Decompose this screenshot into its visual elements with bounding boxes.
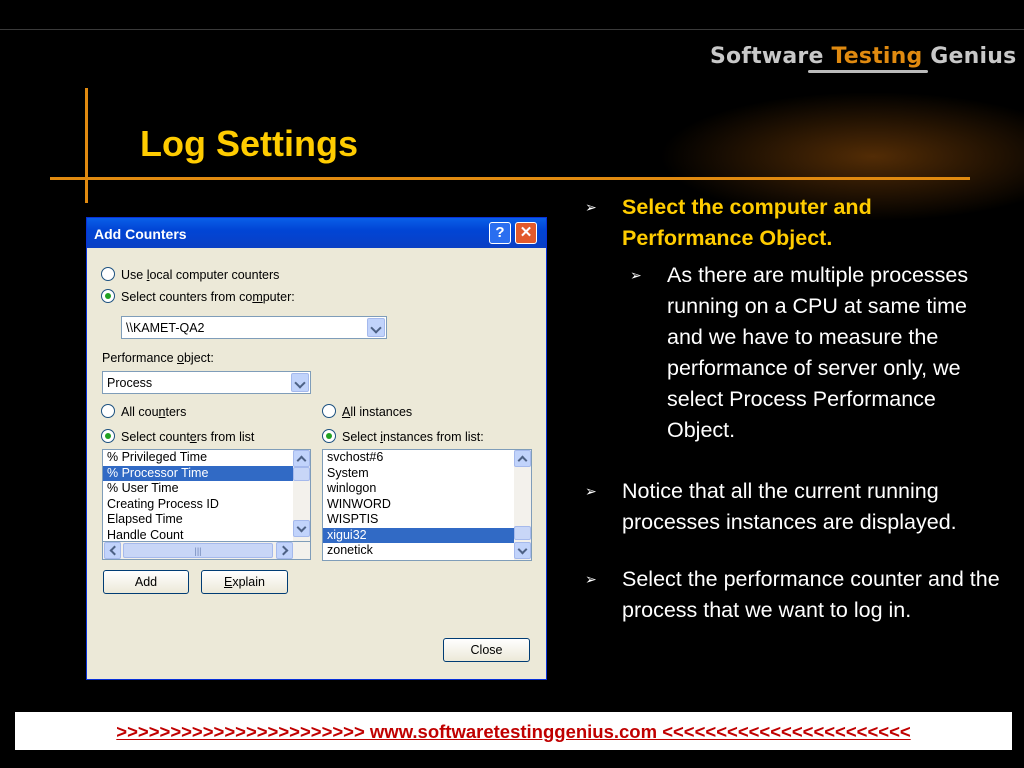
radio-select-counters[interactable] <box>101 429 115 443</box>
list-item[interactable]: xigui32 <box>323 527 531 543</box>
counters-hscrollbar[interactable]: ||| <box>102 541 311 560</box>
footer-link[interactable]: >>>>>>>>>>>>>>>>>>>>>>> www.softwaretest… <box>15 721 1012 743</box>
scroll-up-icon[interactable] <box>514 450 531 467</box>
dialog-titlebar[interactable]: Add Counters ? ✕ <box>87 218 546 248</box>
arrow-bullet-icon: ➢ <box>585 483 597 499</box>
bullet-item: ➢ Select the performance counter and the… <box>585 564 1005 626</box>
list-item[interactable]: % Privileged Time <box>103 450 310 466</box>
dialog-title: Add Counters <box>94 226 187 242</box>
bullet-item: ➢ Select the computer and Performance Ob… <box>585 192 1005 254</box>
list-item[interactable]: zonetick <box>323 543 531 559</box>
add-button[interactable]: Add <box>103 570 189 594</box>
scroll-left-icon[interactable] <box>104 542 121 559</box>
list-item[interactable]: WINWORD <box>323 497 531 513</box>
title-horizontal-rule <box>50 177 970 180</box>
list-item[interactable]: svchost#6 <box>323 450 531 466</box>
bullet-item: ➢ Notice that all the current running pr… <box>585 476 1005 538</box>
arrow-bullet-icon: ➢ <box>585 199 597 215</box>
label-select-instances: Select instances from list: <box>342 430 484 444</box>
scroll-thumb[interactable] <box>293 467 310 481</box>
scroll-right-icon[interactable] <box>276 542 293 559</box>
counters-items: % Privileged Time % Processor Time % Use… <box>103 450 310 543</box>
list-item[interactable]: winlogon <box>323 481 531 497</box>
radio-local-counters[interactable] <box>101 267 115 281</box>
hscroll-grip: ||| <box>194 546 202 556</box>
list-item[interactable]: System <box>323 466 531 482</box>
arrow-bullet-icon: ➢ <box>585 571 597 587</box>
radio-select-instances[interactable] <box>322 429 336 443</box>
list-item[interactable]: WISPTIS <box>323 512 531 528</box>
logo-swoosh <box>808 70 928 73</box>
performance-object-value: Process <box>107 376 153 390</box>
slide-title: Log Settings <box>140 123 358 164</box>
label-select-computer: Select counters from computer: <box>121 290 295 304</box>
chevron-down-icon[interactable] <box>367 318 385 337</box>
label-all-counters: All counters <box>121 405 187 419</box>
scroll-down-icon[interactable] <box>514 542 531 559</box>
scroll-thumb[interactable] <box>514 526 531 540</box>
radio-select-computer[interactable] <box>101 289 115 303</box>
performance-object-select[interactable]: Process <box>102 371 311 394</box>
instances-vscrollbar[interactable] <box>514 450 531 560</box>
footer-banner: >>>>>>>>>>>>>>>>>>>>>>> www.softwaretest… <box>15 712 1012 750</box>
instances-list[interactable]: svchost#6 System winlogon WINWORD WISPTI… <box>322 449 532 561</box>
help-button[interactable]: ? <box>489 222 511 244</box>
scroll-down-icon[interactable] <box>293 520 310 537</box>
scroll-up-icon[interactable] <box>293 450 310 467</box>
list-item[interactable]: Creating Process ID <box>103 497 310 513</box>
list-item[interactable]: % User Time <box>103 481 310 497</box>
explain-button[interactable]: Explain <box>201 570 288 594</box>
computer-select[interactable]: \\KAMET-QA2 <box>121 316 387 339</box>
hscroll-thumb[interactable]: ||| <box>123 543 273 558</box>
list-item[interactable]: % Processor Time <box>103 465 310 481</box>
close-button[interactable]: Close <box>443 638 530 662</box>
title-vertical-rule <box>85 88 88 203</box>
chevron-down-icon[interactable] <box>291 373 309 392</box>
bullet-item: ➢ As there are multiple processes runnin… <box>630 260 1005 446</box>
label-select-counters: Select counters from list <box>121 430 255 444</box>
list-item[interactable]: Elapsed Time <box>103 512 310 528</box>
bullet-list: ➢ Select the computer and Performance Ob… <box>585 192 1005 652</box>
radio-all-counters[interactable] <box>101 404 115 418</box>
radio-all-instances[interactable] <box>322 404 336 418</box>
counters-list[interactable]: % Privileged Time % Processor Time % Use… <box>102 449 311 544</box>
close-icon[interactable]: ✕ <box>515 222 537 244</box>
brand-logo: Software Testing Genius <box>710 44 1017 69</box>
label-local-counters: Use local computer counters <box>121 268 280 282</box>
arrow-bullet-icon: ➢ <box>630 267 642 283</box>
instances-items: svchost#6 System winlogon WINWORD WISPTI… <box>323 450 531 559</box>
add-counters-dialog: Add Counters ? ✕ Use local computer coun… <box>86 217 547 680</box>
label-performance-object: Performance object: <box>102 351 214 365</box>
label-all-instances: All instances <box>342 405 413 419</box>
counters-vscrollbar[interactable] <box>293 450 310 543</box>
computer-value: \\KAMET-QA2 <box>126 321 205 335</box>
